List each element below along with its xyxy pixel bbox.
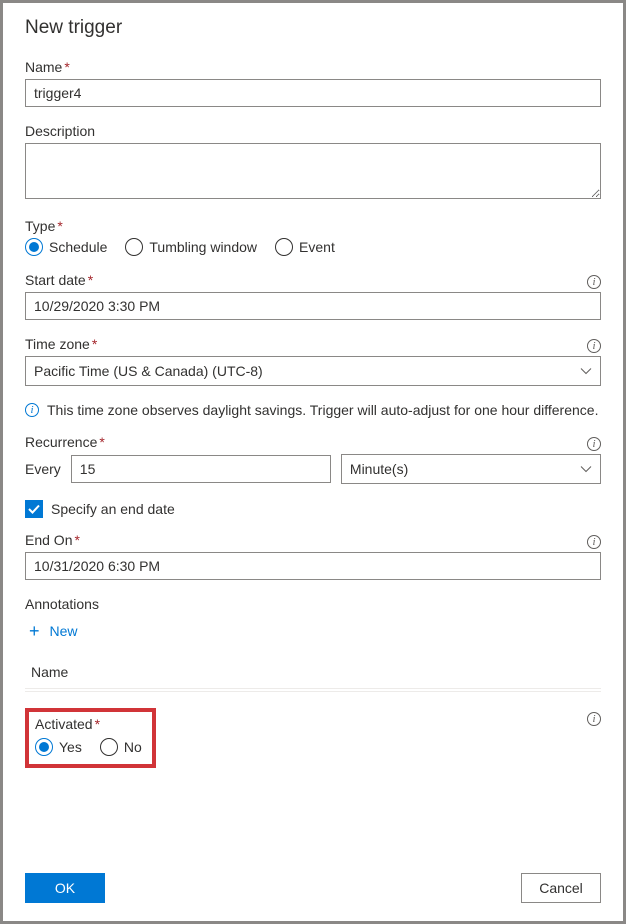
plus-icon: + <box>29 622 40 640</box>
new-trigger-panel: New trigger Name* Description Type* Sche… <box>0 0 626 924</box>
required-asterisk: * <box>92 336 97 352</box>
recurrence-field: Recurrence* i Every Minute(s) <box>25 434 601 484</box>
required-asterisk: * <box>57 218 62 234</box>
recurrence-row: Every Minute(s) <box>25 454 601 484</box>
type-radio-event[interactable]: Event <box>275 238 335 256</box>
chevron-down-icon <box>580 463 592 475</box>
radio-icon <box>275 238 293 256</box>
type-label: Type* <box>25 218 601 234</box>
recurrence-unit-select[interactable]: Minute(s) <box>341 454 601 484</box>
panel-body: New trigger Name* Description Type* Sche… <box>3 3 623 859</box>
cancel-button[interactable]: Cancel <box>521 873 601 903</box>
activated-radio-group: Yes No <box>35 738 142 756</box>
info-icon[interactable]: i <box>587 437 601 451</box>
required-asterisk: * <box>88 272 93 288</box>
radio-label: Tumbling window <box>149 239 257 255</box>
time-zone-hint-text: This time zone observes daylight savings… <box>47 402 598 418</box>
annotations-new-button[interactable]: + New <box>25 616 82 646</box>
recurrence-label-text: Recurrence <box>25 434 97 450</box>
panel-footer: OK Cancel <box>3 859 623 921</box>
recurrence-label: Recurrence* <box>25 434 105 450</box>
annotations-divider <box>25 691 601 692</box>
type-radio-tumbling[interactable]: Tumbling window <box>125 238 257 256</box>
specify-end-label: Specify an end date <box>51 501 175 517</box>
annotations-new-label: New <box>50 623 78 639</box>
radio-label: No <box>124 739 142 755</box>
activated-label: Activated* <box>35 716 142 732</box>
required-asterisk: * <box>64 59 69 75</box>
radio-icon <box>125 238 143 256</box>
name-input[interactable] <box>25 79 601 107</box>
type-label-text: Type <box>25 218 55 234</box>
info-icon[interactable]: i <box>587 535 601 549</box>
radio-icon <box>100 738 118 756</box>
time-zone-select[interactable]: Pacific Time (US & Canada) (UTC-8) <box>25 356 601 386</box>
recurrence-interval-input[interactable] <box>71 455 331 483</box>
required-asterisk: * <box>74 532 79 548</box>
radio-icon <box>25 238 43 256</box>
panel-title: New trigger <box>25 17 601 39</box>
start-date-field: Start date* i <box>25 272 601 320</box>
start-date-label-text: Start date <box>25 272 86 288</box>
radio-label: Yes <box>59 739 82 755</box>
time-zone-value: Pacific Time (US & Canada) (UTC-8) <box>34 363 263 379</box>
type-radio-schedule[interactable]: Schedule <box>25 238 107 256</box>
info-icon: i <box>25 403 39 417</box>
radio-label: Event <box>299 239 335 255</box>
recurrence-unit-value: Minute(s) <box>350 461 408 477</box>
type-field: Type* Schedule Tumbling window Event <box>25 218 601 256</box>
annotations-column-header: Name <box>25 656 601 689</box>
time-zone-label-text: Time zone <box>25 336 90 352</box>
end-on-label-text: End On <box>25 532 72 548</box>
time-zone-label: Time zone* <box>25 336 97 352</box>
annotations-field: Annotations + New Name <box>25 596 601 692</box>
activated-radio-no[interactable]: No <box>100 738 142 756</box>
activated-radio-yes[interactable]: Yes <box>35 738 82 756</box>
activated-label-text: Activated <box>35 716 93 732</box>
every-label: Every <box>25 461 61 477</box>
specify-end-checkbox-row[interactable]: Specify an end date <box>25 500 601 518</box>
end-on-label: End On* <box>25 532 80 548</box>
start-date-label: Start date* <box>25 272 93 288</box>
info-icon[interactable]: i <box>587 275 601 289</box>
checkbox-icon <box>25 500 43 518</box>
radio-icon <box>35 738 53 756</box>
end-on-input[interactable] <box>25 552 601 580</box>
radio-label: Schedule <box>49 239 107 255</box>
name-label-text: Name <box>25 59 62 75</box>
required-asterisk: * <box>95 716 100 732</box>
description-textarea[interactable] <box>25 143 601 199</box>
chevron-down-icon <box>580 365 592 377</box>
info-icon[interactable]: i <box>587 339 601 353</box>
name-field: Name* <box>25 59 601 107</box>
description-label: Description <box>25 123 601 139</box>
annotations-label: Annotations <box>25 596 601 612</box>
description-field: Description <box>25 123 601 202</box>
required-asterisk: * <box>99 434 104 450</box>
end-on-field: End On* i <box>25 532 601 580</box>
info-icon[interactable]: i <box>587 712 601 726</box>
name-label: Name* <box>25 59 601 75</box>
ok-button[interactable]: OK <box>25 873 105 903</box>
type-radio-group: Schedule Tumbling window Event <box>25 238 601 256</box>
activated-field: Activated* Yes No i <box>25 708 601 768</box>
time-zone-field: Time zone* i Pacific Time (US & Canada) … <box>25 336 601 386</box>
start-date-input[interactable] <box>25 292 601 320</box>
time-zone-hint: i This time zone observes daylight savin… <box>25 402 601 418</box>
activated-highlight: Activated* Yes No <box>25 708 156 768</box>
